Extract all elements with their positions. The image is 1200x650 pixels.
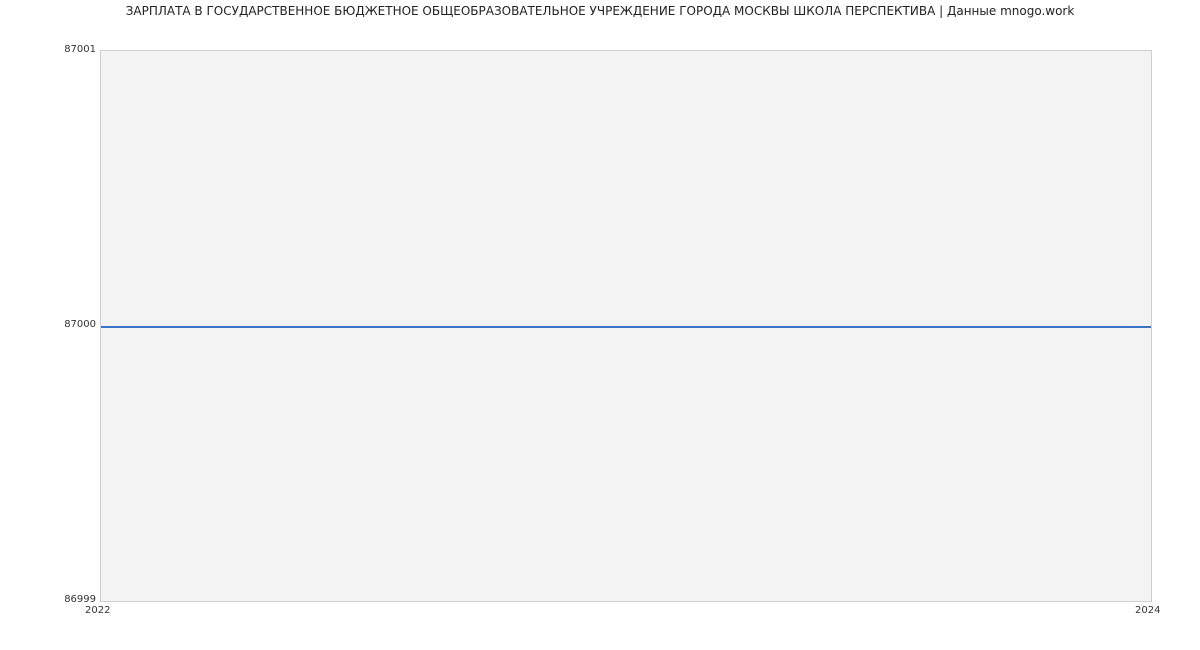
y-tick-label: 87001 [6, 44, 96, 55]
chart-container: ЗАРПЛАТА В ГОСУДАРСТВЕННОЕ БЮДЖЕТНОЕ ОБЩ… [0, 0, 1200, 650]
y-tick-label: 86999 [6, 594, 96, 605]
plot-area [100, 50, 1152, 602]
chart-title: ЗАРПЛАТА В ГОСУДАРСТВЕННОЕ БЮДЖЕТНОЕ ОБЩ… [0, 4, 1200, 18]
data-series-line [101, 326, 1151, 328]
y-tick-label: 87000 [6, 319, 96, 330]
x-tick-label: 2024 [1135, 605, 1160, 616]
x-tick-label: 2022 [85, 605, 110, 616]
